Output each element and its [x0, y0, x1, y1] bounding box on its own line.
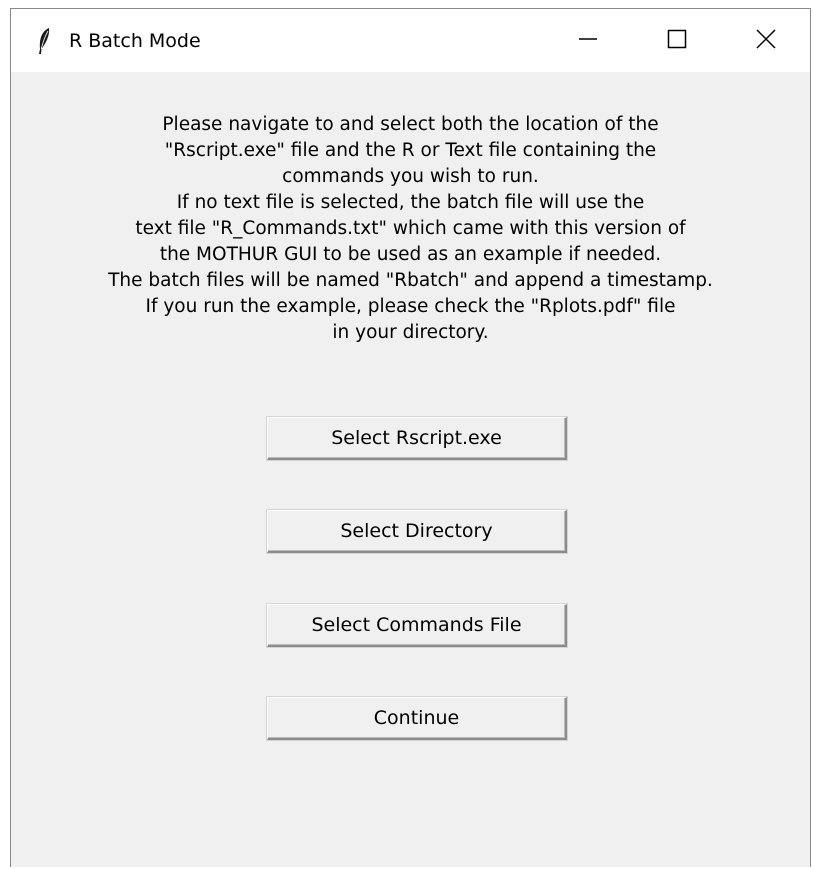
close-button[interactable] [721, 9, 810, 72]
select-commands-file-button[interactable]: Select Commands File [267, 604, 567, 647]
title-bar[interactable]: R Batch Mode [11, 9, 810, 72]
message-line: text file "R_Commands.txt" which came wi… [135, 218, 686, 239]
close-icon [755, 28, 776, 53]
message-line: "Rscript.exe" file and the R or Text fil… [164, 140, 657, 161]
window-title: R Batch Mode [69, 29, 201, 52]
continue-button[interactable]: Continue [267, 697, 567, 740]
message-line: The batch files will be named "Rbatch" a… [108, 270, 713, 291]
instructions-message: Please navigate to and select both the l… [11, 112, 810, 346]
window-controls [543, 9, 810, 72]
r-batch-mode-window: R Batch Mode Please navigate to and sele… [10, 8, 811, 867]
message-line: in your directory. [332, 322, 489, 343]
message-line: the MOTHUR GUI to be used as an example … [159, 244, 662, 265]
minimize-icon [578, 29, 598, 53]
minimize-button[interactable] [543, 9, 632, 72]
select-rscript-button[interactable]: Select Rscript.exe [267, 417, 567, 460]
message-line: If you run the example, please check the… [145, 296, 676, 317]
window-content: Please navigate to and select both the l… [11, 72, 810, 346]
message-line: commands you wish to run. [282, 166, 539, 187]
feather-icon [33, 26, 55, 56]
maximize-icon [667, 29, 687, 53]
message-line: Please navigate to and select both the l… [162, 114, 659, 135]
message-line: If no text file is selected, the batch f… [176, 192, 645, 213]
maximize-button[interactable] [632, 9, 721, 72]
select-directory-button[interactable]: Select Directory [267, 510, 567, 553]
